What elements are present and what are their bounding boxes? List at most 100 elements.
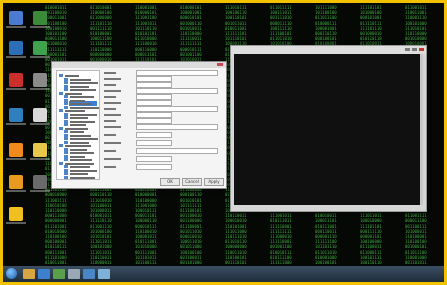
- system-tray[interactable]: [398, 271, 426, 277]
- maximize-icon[interactable]: [412, 48, 417, 51]
- ok-button[interactable]: OK: [160, 178, 180, 186]
- tree-item[interactable]: [70, 89, 96, 91]
- globe-yellow-icon[interactable]: [6, 207, 26, 224]
- document-icon[interactable]: [30, 108, 50, 125]
- icon-label: [30, 190, 50, 192]
- field-label: [104, 96, 116, 98]
- pen-tool-icon[interactable]: [30, 11, 50, 28]
- icon-label: [30, 88, 50, 90]
- tree-item[interactable]: [70, 103, 92, 105]
- terminal-taskbar-icon[interactable]: [68, 269, 80, 279]
- console-title-bar[interactable]: [231, 46, 426, 54]
- field-input[interactable]: [136, 132, 172, 138]
- tree-item[interactable]: [70, 120, 95, 123]
- configuration-window[interactable]: OK Cancel Apply: [51, 61, 227, 189]
- tree-item[interactable]: [70, 99, 85, 102]
- computer-icon[interactable]: [6, 11, 26, 28]
- field-label: [104, 108, 116, 110]
- tree-item[interactable]: [70, 106, 99, 109]
- console-window[interactable]: [230, 45, 427, 212]
- tree-item[interactable]: [70, 173, 88, 175]
- cancel-button[interactable]: Cancel: [182, 178, 202, 186]
- tree-item[interactable]: [65, 127, 88, 130]
- chrome-icon[interactable]: [30, 41, 50, 58]
- tree-item[interactable]: [70, 148, 87, 151]
- settings-blue-icon[interactable]: [6, 108, 26, 125]
- tree-item[interactable]: [70, 78, 91, 81]
- field-label: [104, 120, 116, 122]
- tree-item[interactable]: [70, 124, 86, 126]
- close-icon[interactable]: [419, 48, 424, 51]
- field-label: [104, 158, 121, 160]
- network-icon[interactable]: [6, 41, 26, 58]
- tree-node-icon: [59, 74, 63, 77]
- field-input[interactable]: [136, 148, 218, 154]
- field-label: [104, 166, 116, 168]
- tree-item[interactable]: [70, 159, 92, 161]
- desktop: 010001011 001100010 100011001 001100100 …: [3, 3, 444, 282]
- field-label: [104, 78, 121, 80]
- close-icon[interactable]: [217, 63, 223, 66]
- field-label: [104, 102, 121, 104]
- icon-label: [6, 158, 26, 160]
- field-input[interactable]: [136, 164, 172, 170]
- tree-node-icon: [64, 175, 68, 179]
- tree-item[interactable]: [70, 134, 91, 137]
- media-taskbar-icon[interactable]: [38, 269, 50, 279]
- taskbar: [3, 266, 444, 282]
- tree-node-icon: [64, 123, 68, 126]
- tree-item[interactable]: [70, 155, 85, 158]
- tree-item[interactable]: [65, 162, 94, 165]
- field-input[interactable]: [136, 140, 172, 146]
- app-gray-icon[interactable]: [30, 73, 50, 90]
- start-button[interactable]: [6, 268, 17, 279]
- tree-item[interactable]: [65, 110, 85, 112]
- icon-label: [30, 158, 50, 160]
- tool-orange-icon[interactable]: [6, 175, 26, 192]
- field-label: [104, 142, 121, 144]
- tree-item[interactable]: [70, 131, 84, 133]
- tree-item[interactable]: [70, 85, 89, 88]
- tree-node-icon: [64, 88, 68, 91]
- config-title-bar[interactable]: [52, 62, 226, 68]
- field-label: [104, 72, 116, 74]
- tree-node-icon: [59, 126, 63, 130]
- icon-label: [6, 123, 26, 125]
- console-scrollbar[interactable]: [420, 54, 423, 205]
- tree-item[interactable]: [70, 113, 97, 116]
- field-label: [104, 114, 121, 116]
- tree-item[interactable]: [70, 141, 89, 144]
- folder-icon[interactable]: [30, 175, 50, 192]
- icon-label: [6, 26, 26, 28]
- tree-node-icon: [59, 109, 63, 112]
- field-label: [104, 90, 121, 92]
- icon-label: [6, 190, 26, 192]
- field-input[interactable]: [136, 156, 172, 162]
- tree-item[interactable]: [70, 96, 94, 98]
- tree-item[interactable]: [70, 166, 90, 168]
- tree-item[interactable]: [70, 169, 97, 172]
- browser-taskbar-icon[interactable]: [53, 269, 65, 279]
- icon-label: [6, 88, 26, 90]
- field-input[interactable]: [136, 124, 218, 130]
- icon-label: [6, 56, 26, 58]
- tree-item[interactable]: [70, 152, 94, 154]
- tree-item[interactable]: [70, 117, 88, 119]
- vlc-icon[interactable]: [6, 143, 26, 160]
- minimize-icon[interactable]: [405, 48, 410, 51]
- app-red-icon[interactable]: [6, 73, 26, 90]
- settings-tree[interactable]: [56, 70, 100, 180]
- settings-taskbar-icon[interactable]: [83, 269, 95, 279]
- tree-item[interactable]: [65, 145, 91, 147]
- tree-node-icon: [64, 158, 68, 161]
- tree-item[interactable]: [70, 82, 98, 84]
- console-output[interactable]: [234, 54, 423, 205]
- app-taskbar-icon[interactable]: [98, 269, 110, 279]
- tree-item[interactable]: [70, 138, 98, 140]
- explorer-taskbar-icon[interactable]: [23, 269, 35, 279]
- tree-item[interactable]: [70, 176, 95, 179]
- field-label: [104, 84, 116, 86]
- note-icon[interactable]: [30, 143, 50, 160]
- apply-button[interactable]: Apply: [204, 178, 224, 186]
- tree-node-icon: [59, 144, 63, 147]
